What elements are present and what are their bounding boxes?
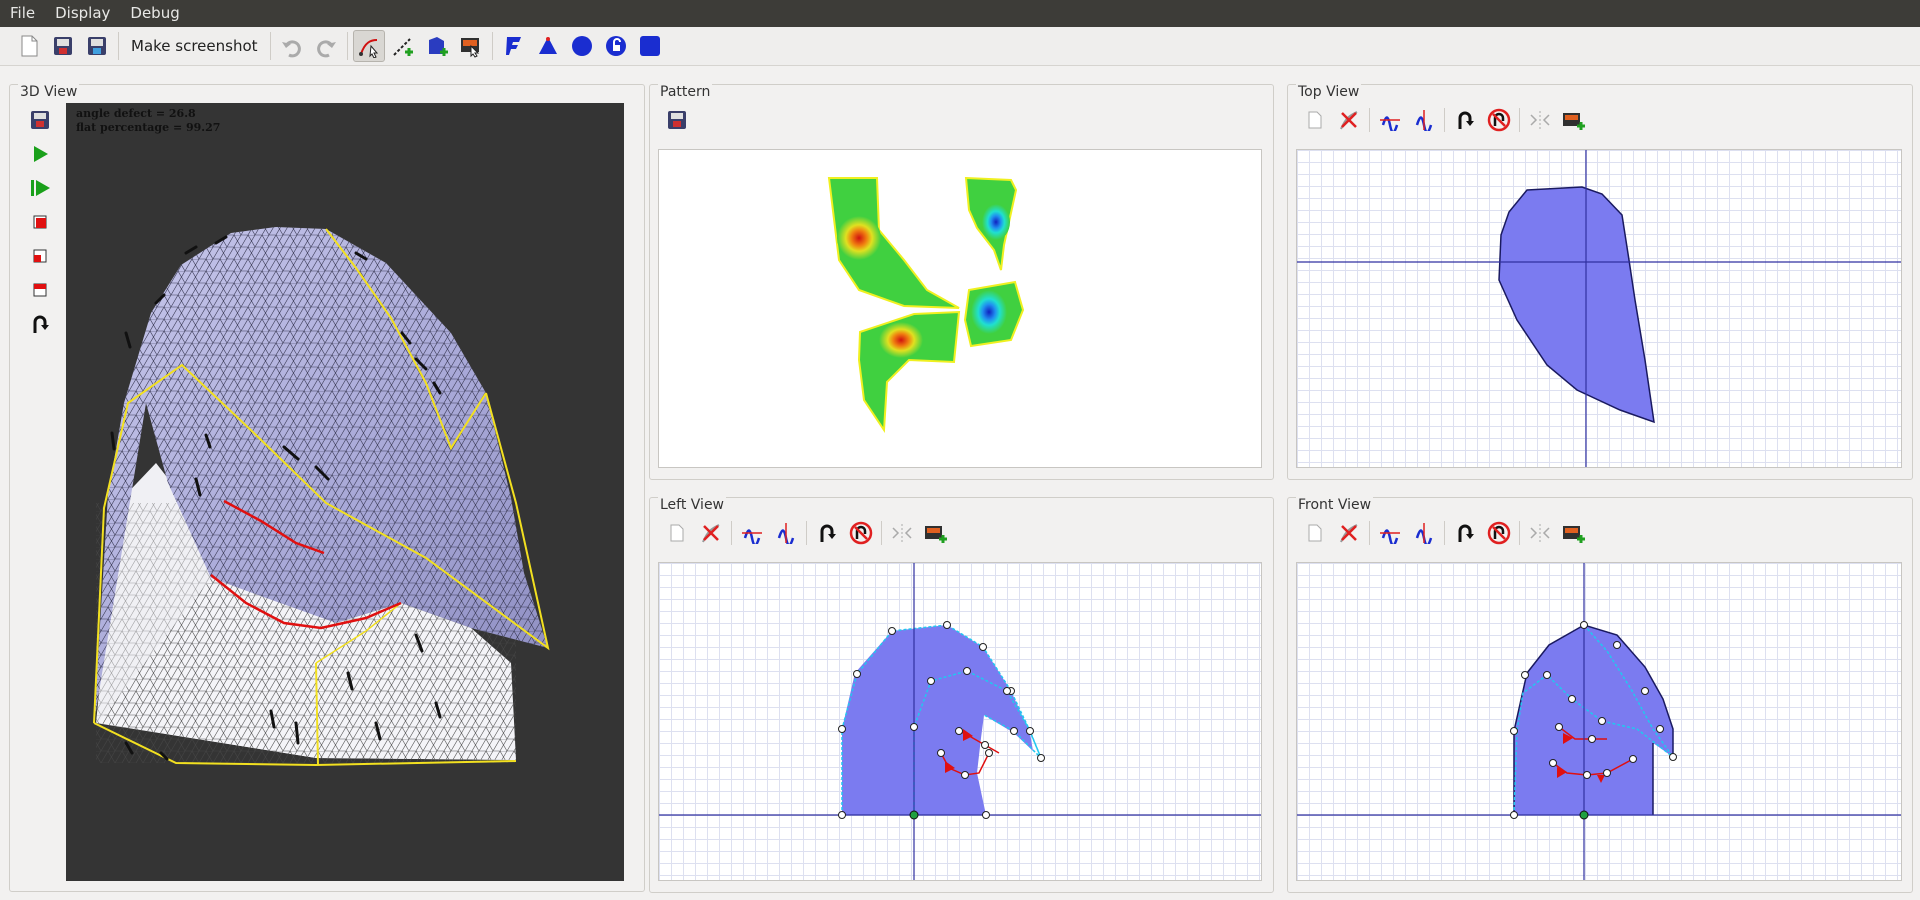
mirror-horizontal-icon[interactable]: [1375, 105, 1405, 135]
cube-top-icon[interactable]: [27, 277, 53, 303]
panel-3d-view: 3D View angle defect = 26.8 flat percent…: [9, 84, 645, 892]
panel-title-front-view: Front View: [1296, 497, 1374, 513]
toolbar-separator: [881, 521, 882, 545]
symmetry-icon[interactable]: [1525, 105, 1555, 135]
undo-arc-icon[interactable]: [1450, 105, 1480, 135]
pattern-canvas[interactable]: [658, 149, 1262, 468]
redo-icon[interactable]: [310, 30, 342, 62]
cube-half-icon[interactable]: [27, 243, 53, 269]
mirror-horizontal-icon[interactable]: [1375, 518, 1405, 548]
menu-file[interactable]: File: [0, 0, 45, 27]
toolbar-separator: [1444, 108, 1445, 132]
panel-left-view: Left View: [649, 497, 1274, 893]
new-sketch-icon[interactable]: [1300, 518, 1330, 548]
undo-arc-icon[interactable]: [812, 518, 842, 548]
angle-defect-text: angle defect = 26.8: [76, 107, 196, 120]
sphere-tool-icon[interactable]: [566, 30, 598, 62]
toolbar-separator: [269, 32, 271, 60]
no-undo-icon[interactable]: [1484, 105, 1514, 135]
menu-bar: File Display Debug: [0, 0, 1920, 27]
add-line-tool-icon[interactable]: [387, 30, 419, 62]
flatten-tool-icon[interactable]: [498, 30, 530, 62]
save-pattern-icon[interactable]: [664, 107, 690, 133]
save-3d-icon[interactable]: [27, 107, 53, 133]
cone-tool-icon[interactable]: [532, 30, 564, 62]
panel-title-left-view: Left View: [658, 497, 727, 513]
top-view-canvas[interactable]: [1296, 149, 1902, 468]
new-sketch-icon[interactable]: [1300, 105, 1330, 135]
add-image-icon[interactable]: [1559, 518, 1589, 548]
mirror-horizontal-icon[interactable]: [737, 518, 767, 548]
delete-curve-icon[interactable]: [1334, 105, 1364, 135]
mirror-vertical-icon[interactable]: [1409, 105, 1439, 135]
panel-front-view: Front View: [1287, 497, 1913, 893]
symmetry-icon[interactable]: [1525, 518, 1555, 548]
toolbar-separator: [346, 32, 348, 60]
symmetry-icon[interactable]: [887, 518, 917, 548]
toolbar-separator: [1369, 521, 1370, 545]
panel-pattern: Pattern: [649, 84, 1274, 480]
stats-overlay: angle defect = 26.8 flat percentage = 99…: [76, 107, 220, 135]
viewport-3d[interactable]: angle defect = 26.8 flat percentage = 99…: [66, 103, 624, 881]
flat-percentage-text: flat percentage = 99.27: [76, 121, 221, 134]
toolbar-separator: [1519, 521, 1520, 545]
no-undo-icon[interactable]: [846, 518, 876, 548]
mirror-vertical-icon[interactable]: [1409, 518, 1439, 548]
front-view-drawing: [1297, 563, 1901, 880]
toolbar-separator: [491, 32, 493, 60]
delete-curve-icon[interactable]: [1334, 518, 1364, 548]
panel-title-pattern: Pattern: [658, 84, 713, 100]
panel-title-top-view: Top View: [1296, 84, 1362, 100]
pattern-pieces: [827, 176, 1025, 434]
panel-title-3d-view: 3D View: [18, 84, 80, 100]
add-patch-tool-icon[interactable]: [421, 30, 453, 62]
cube-red-icon[interactable]: [27, 209, 53, 235]
make-screenshot-button[interactable]: Make screenshot: [123, 37, 266, 55]
mirror-vertical-icon[interactable]: [771, 518, 801, 548]
undo-arc-icon[interactable]: [1450, 518, 1480, 548]
toolbar-separator: [1444, 521, 1445, 545]
open-file-icon[interactable]: [47, 30, 79, 62]
unlock-sphere-tool-icon[interactable]: [600, 30, 632, 62]
panel-top-view: Top View: [1287, 84, 1913, 480]
save-file-icon[interactable]: [81, 30, 113, 62]
toolbar-separator: [118, 32, 119, 60]
add-image-icon[interactable]: [921, 518, 951, 548]
undo-arc-icon[interactable]: [27, 311, 53, 337]
draw-curve-tool-icon[interactable]: [352, 30, 385, 62]
undo-icon[interactable]: [276, 30, 308, 62]
left-view-toolbar: [660, 518, 953, 548]
select-image-tool-icon[interactable]: [455, 30, 487, 62]
menu-debug[interactable]: Debug: [120, 0, 189, 27]
play-step-icon[interactable]: [27, 175, 53, 201]
menu-display[interactable]: Display: [45, 0, 120, 27]
main-toolbar: Make screenshot: [0, 27, 1920, 66]
toolbar-separator: [1519, 108, 1520, 132]
new-file-icon[interactable]: [13, 30, 45, 62]
toolbar-separator: [1369, 108, 1370, 132]
left-view-drawing: [659, 563, 1261, 880]
top-view-drawing: [1297, 150, 1901, 467]
add-image-icon[interactable]: [1559, 105, 1589, 135]
box-tool-icon[interactable]: [634, 30, 666, 62]
delete-curve-icon[interactable]: [696, 518, 726, 548]
play-icon[interactable]: [27, 141, 53, 167]
toolbar-separator: [731, 521, 732, 545]
helmet-mesh-render: [93, 227, 550, 767]
front-view-toolbar: [1298, 518, 1591, 548]
front-view-canvas[interactable]: [1296, 562, 1902, 881]
toolbar-separator: [806, 521, 807, 545]
left-view-canvas[interactable]: [658, 562, 1262, 881]
no-undo-icon[interactable]: [1484, 518, 1514, 548]
top-view-toolbar: [1298, 105, 1591, 135]
new-sketch-icon[interactable]: [662, 518, 692, 548]
